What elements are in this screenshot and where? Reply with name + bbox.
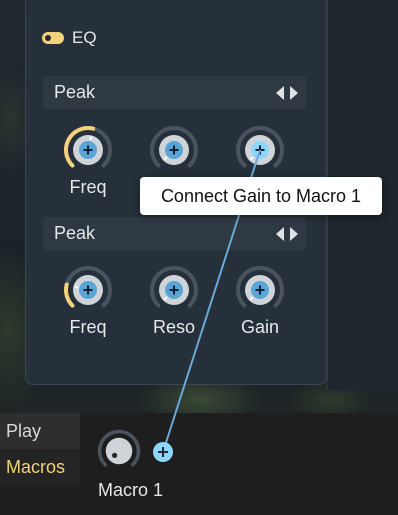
band-1-knob-3[interactable] xyxy=(234,124,286,176)
band-2-prev-icon[interactable] xyxy=(276,227,284,241)
band-1-knob-2[interactable] xyxy=(148,124,200,176)
band-2-next-icon[interactable] xyxy=(290,227,298,241)
band-1-type-selector[interactable]: Peak xyxy=(43,76,306,109)
band-2-reso-knob[interactable] xyxy=(148,264,200,316)
eq-title: EQ xyxy=(72,28,97,47)
band-1-prev-icon[interactable] xyxy=(276,86,284,100)
band-2-gain-knob[interactable] xyxy=(234,264,286,316)
macro-1-label: Macro 1 xyxy=(98,480,164,500)
band-2-type-selector[interactable]: Peak xyxy=(43,217,306,250)
bottom-tabs: Play Macros xyxy=(0,413,80,485)
band-2-freq-knob[interactable] xyxy=(62,264,114,316)
band-2-freq-label: Freq xyxy=(69,317,107,337)
tab-macros[interactable]: Macros xyxy=(0,449,80,485)
band-1-freq-knob[interactable] xyxy=(62,124,114,176)
eq-enable-toggle[interactable] xyxy=(42,32,64,44)
band-1-next-icon[interactable] xyxy=(290,86,298,100)
band-1-freq-label: Freq xyxy=(69,177,107,197)
knob-value-arc xyxy=(64,282,75,308)
band-1-arrows xyxy=(276,86,298,100)
band-2-reso-label: Reso xyxy=(152,317,196,337)
connect-tooltip: Connect Gain to Macro 1 xyxy=(140,177,382,215)
tab-play[interactable]: Play xyxy=(0,413,80,449)
band-1-type-label: Peak xyxy=(54,82,96,102)
eq-header: EQ xyxy=(42,28,97,48)
macro-1-knob[interactable] xyxy=(96,428,142,474)
band-2-gain-label: Gain xyxy=(240,317,280,337)
band-2-arrows xyxy=(276,227,298,241)
band-2-type-label: Peak xyxy=(54,223,96,243)
